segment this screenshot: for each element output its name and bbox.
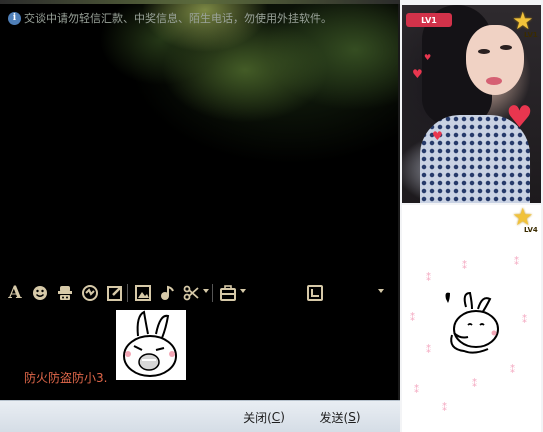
music-icon[interactable] xyxy=(158,284,176,302)
font-icon[interactable]: A xyxy=(6,283,24,303)
send-button[interactable]: 发送(S) xyxy=(312,406,368,428)
decoration-dot: ⁑ xyxy=(522,315,527,326)
security-notice: i 交谈中请勿轻信汇款、中奖信息、陌生电话，勿使用外挂软件。 xyxy=(8,10,332,26)
signature-text: 防火防盗防小3. xyxy=(24,371,108,385)
toolbox-icon[interactable] xyxy=(219,284,237,302)
send-button-shortcut: S xyxy=(348,410,356,424)
decoration-dot: ⁑ xyxy=(442,403,447,414)
decoration-dot: ⁑ xyxy=(410,313,415,324)
send-button-label: 发送( xyxy=(319,410,349,425)
decoration-dot: ⁑ xyxy=(426,273,431,284)
video-eye xyxy=(500,45,512,50)
decoration-dot: ⁑ xyxy=(514,257,519,268)
chat-message-area: i 交谈中请勿轻信汇款、中奖信息、陌生电话，勿使用外挂软件。 A 防火防盗防小3… xyxy=(0,0,400,400)
heart-icon: ♥ xyxy=(432,129,443,143)
screenshot-scissors-icon[interactable] xyxy=(182,284,200,302)
sticker-image xyxy=(116,310,186,380)
heart-icon: ♥ xyxy=(506,100,533,135)
close-button-suffix: ) xyxy=(280,410,285,424)
star-icon: ★ xyxy=(512,7,534,35)
heart-icon: ♥ xyxy=(412,67,423,81)
bottom-action-bar: 关闭(C) 发送(S) xyxy=(0,400,400,432)
chevron-down-icon[interactable] xyxy=(240,289,246,293)
video-panel: ♥ ♥ ♥ ♥ LV1 ★ LV1 ★ LV4 ⁑ ⁑ ⁑ ⁑ ⁑ ⁑ ⁑ ⁑ … xyxy=(400,0,543,432)
message-record-icon[interactable] xyxy=(306,284,324,302)
close-button-label: 关闭( xyxy=(243,410,272,425)
contact-level-text: LV1 xyxy=(421,15,437,25)
decoration-dot: ⁑ xyxy=(462,261,467,272)
input-toolbar: A xyxy=(0,281,400,305)
magic-emoticon-icon[interactable] xyxy=(56,284,74,302)
contact-level-badge: LV1 xyxy=(406,13,452,27)
security-notice-text: 交谈中请勿轻信汇款、中奖信息、陌生电话，勿使用外挂软件。 xyxy=(24,12,332,25)
shake-window-icon[interactable] xyxy=(81,284,99,302)
heart-icon: ♥ xyxy=(424,53,432,62)
image-icon[interactable] xyxy=(134,284,152,302)
decoration-dot: ⁑ xyxy=(510,365,515,376)
video-eye xyxy=(478,49,490,54)
decoration-dot: ⁑ xyxy=(472,379,477,390)
contact-star-level: LV1 xyxy=(524,31,538,39)
cartoon-rabbit-image xyxy=(445,291,499,354)
send-button-suffix: ) xyxy=(355,410,361,424)
video-lips xyxy=(486,77,502,85)
chevron-down-icon[interactable] xyxy=(203,289,209,293)
info-icon: i xyxy=(8,11,21,25)
self-star-level: LV4 xyxy=(524,226,538,234)
close-button[interactable]: 关闭(C) xyxy=(234,406,294,428)
decoration-dot: ⁑ xyxy=(426,345,431,356)
window-top-edge xyxy=(0,0,400,4)
doodle-icon[interactable] xyxy=(106,284,124,302)
contact-video[interactable]: ♥ ♥ ♥ ♥ LV1 ★ LV1 xyxy=(402,5,541,203)
toolbar-divider xyxy=(127,284,128,302)
emoji-icon[interactable] xyxy=(31,284,49,302)
close-button-shortcut: C xyxy=(271,410,281,424)
decoration-dot: ⁑ xyxy=(414,385,419,396)
toolbar-divider xyxy=(212,284,213,302)
self-video[interactable]: ★ LV4 ⁑ ⁑ ⁑ ⁑ ⁑ ⁑ ⁑ ⁑ ⁑ ⁑ xyxy=(402,205,541,432)
chevron-down-icon[interactable] xyxy=(378,289,384,293)
